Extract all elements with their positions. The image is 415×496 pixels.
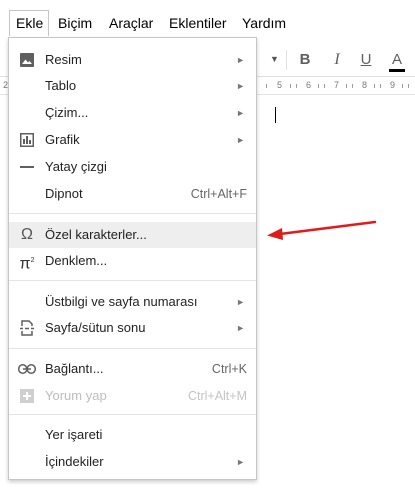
annotation-arrow [267, 220, 377, 240]
